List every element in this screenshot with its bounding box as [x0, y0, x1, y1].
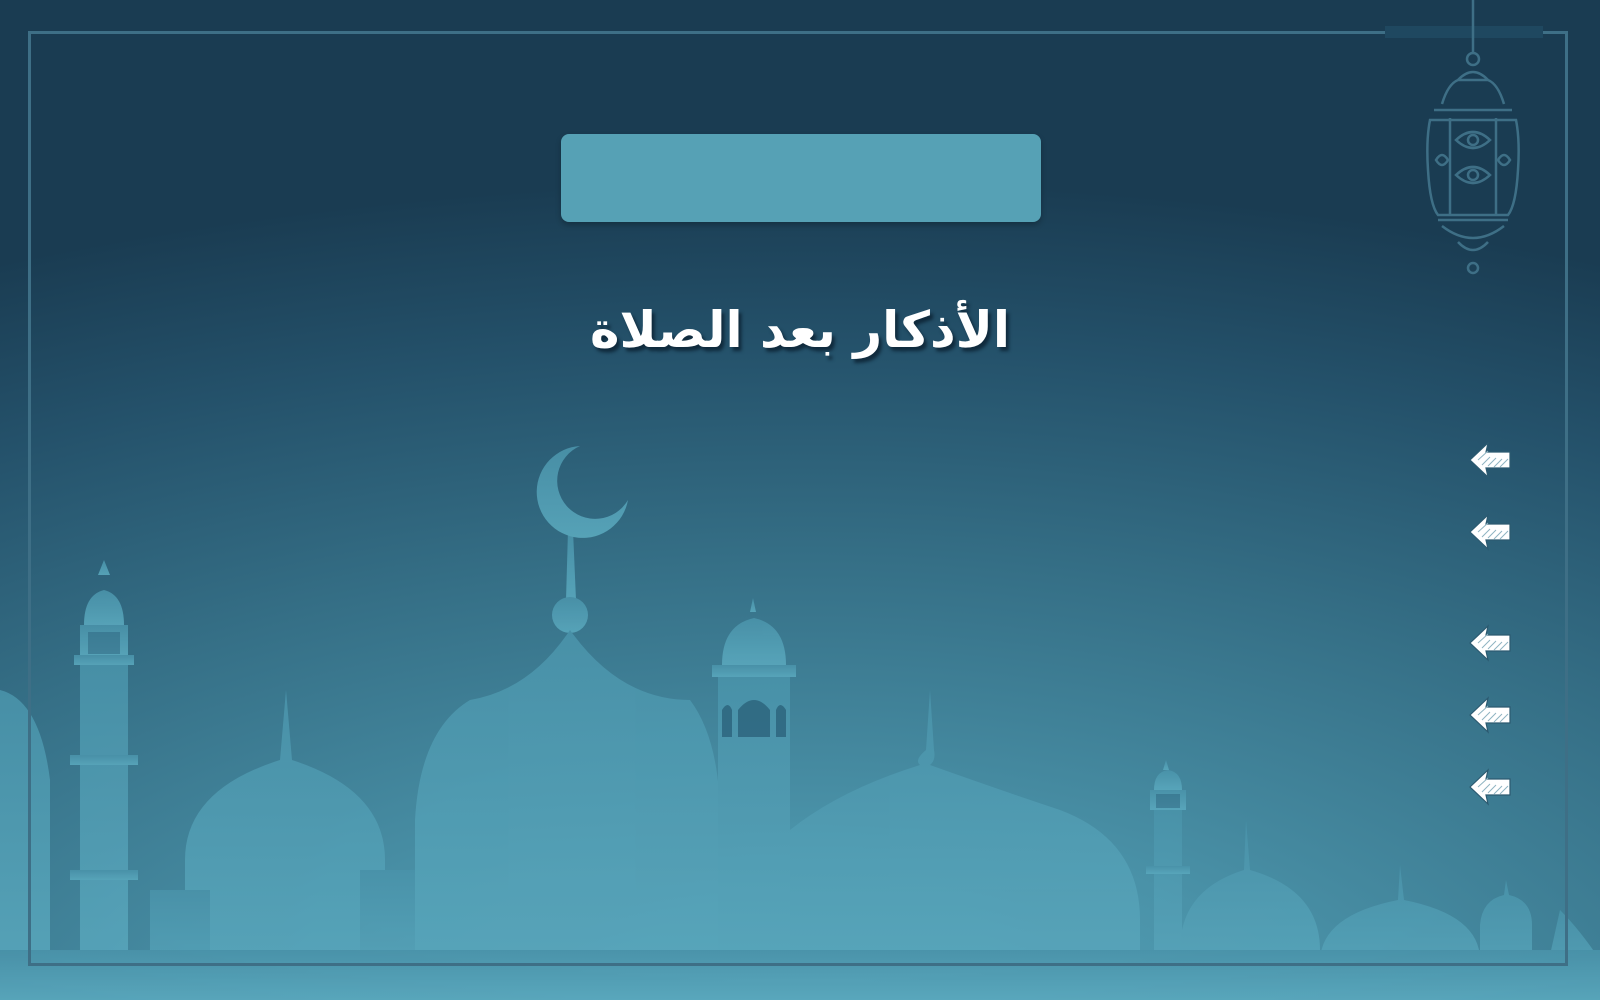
slide-title: الأذكار بعد الصلاة — [589, 301, 1011, 359]
nav-arrow-3[interactable] — [1468, 623, 1512, 663]
slide-canvas: الأذكار بعد الصلاة — [0, 0, 1600, 1000]
back-arrow-icon — [1469, 624, 1511, 662]
title-box — [561, 134, 1041, 222]
back-arrow-icon — [1469, 441, 1511, 479]
nav-arrow-2[interactable] — [1468, 512, 1512, 552]
back-arrow-icon — [1469, 696, 1511, 734]
lantern-icon — [1426, 0, 1520, 275]
nav-arrow-1[interactable] — [1468, 440, 1512, 480]
back-arrow-icon — [1469, 513, 1511, 551]
nav-arrow-5[interactable] — [1468, 767, 1512, 807]
nav-arrow-4[interactable] — [1468, 695, 1512, 735]
back-arrow-icon — [1469, 768, 1511, 806]
